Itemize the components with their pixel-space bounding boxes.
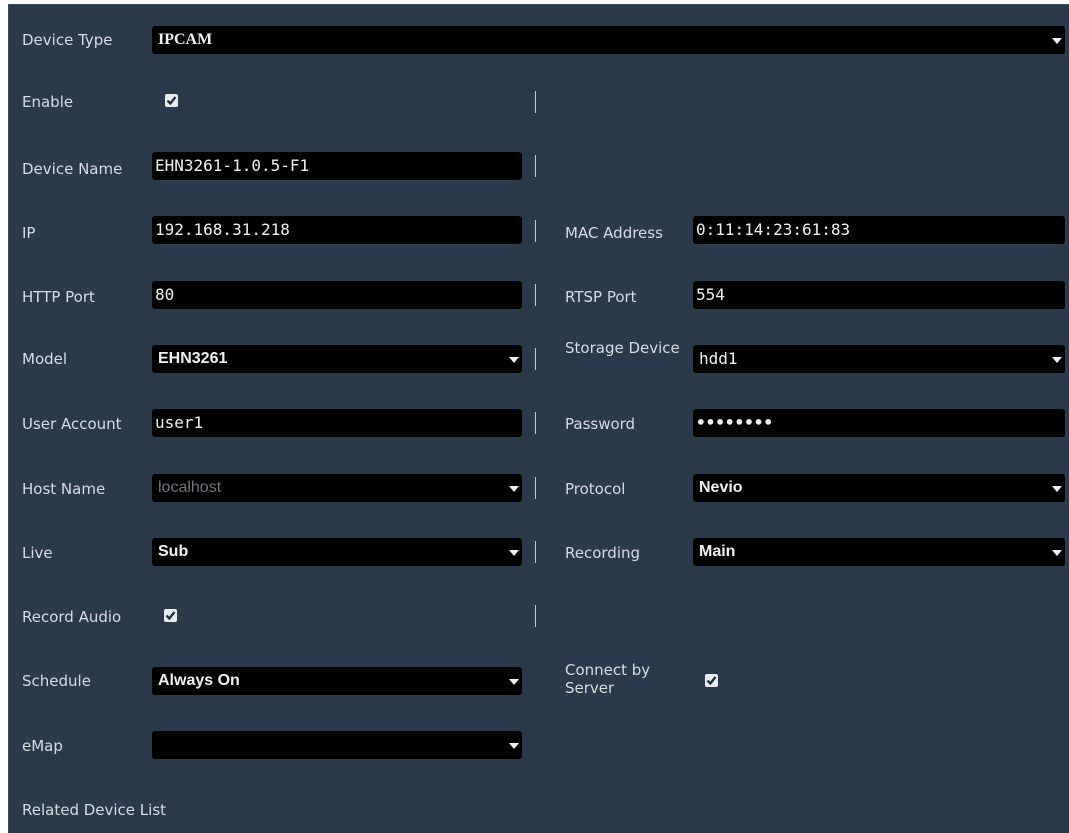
chevron-down-icon [1052,38,1062,44]
device-type-select[interactable]: IPCAM [152,26,1065,54]
column-divider [535,284,536,306]
storage-device-value: hdd1 [699,349,738,368]
emap-label: eMap [22,737,63,755]
ip-field[interactable]: 192.168.31.218 [152,216,522,244]
device-type-label: Device Type [22,31,113,49]
chevron-down-icon [509,743,519,749]
schedule-value: Always On [158,672,240,689]
mac-address-label: MAC Address [565,224,663,242]
emap-select[interactable] [152,731,522,759]
column-divider [535,477,536,499]
connect-by-server-label: Connect by Server [565,661,651,697]
chevron-down-icon [509,486,519,492]
chevron-down-icon [1052,550,1062,556]
http-port-label: HTTP Port [22,288,95,306]
live-value: Sub [158,543,189,560]
rtsp-port-label: RTSP Port [565,288,637,306]
recording-select[interactable]: Main [693,538,1065,566]
live-label: Live [22,544,53,562]
storage-device-select[interactable]: hdd1 [693,345,1065,373]
chevron-down-icon [1052,357,1062,363]
checkmark-icon [166,96,177,106]
column-divider [535,348,536,370]
checkmark-icon [165,611,176,621]
mac-address-field[interactable]: 0:11:14:23:61:83 [693,216,1065,244]
model-value: EHN3261 [158,350,228,367]
chevron-down-icon [509,550,519,556]
device-name-label: Device Name [22,160,123,178]
password-field[interactable]: •••••••• [693,409,1065,437]
protocol-value: Nevio [699,479,743,496]
ip-label: IP [22,224,36,242]
record-audio-label: Record Audio [22,608,122,626]
host-name-select: localhost [152,474,522,502]
host-name-value: localhost [158,479,222,496]
http-port-field[interactable]: 80 [152,281,522,309]
related-device-list-label: Related Device List [22,801,167,819]
column-divider [535,220,536,242]
protocol-select[interactable]: Nevio [693,474,1065,502]
rtsp-port-field[interactable]: 554 [693,281,1065,309]
user-account-field[interactable]: user1 [152,409,522,437]
storage-device-label: Storage Device [565,339,680,357]
column-divider [535,412,536,434]
recording-value: Main [699,543,736,560]
column-divider [535,91,536,113]
device-name-field[interactable]: EHN3261-1.0.5-F1 [152,152,522,180]
column-divider [535,605,536,627]
record-audio-checkbox[interactable] [164,609,177,622]
password-label: Password [565,415,636,433]
protocol-label: Protocol [565,480,626,498]
recording-label: Recording [565,544,641,562]
model-label: Model [22,350,68,368]
model-select[interactable]: EHN3261 [152,345,522,373]
enable-label: Enable [22,93,74,111]
user-account-label: User Account [22,415,122,433]
column-divider [535,541,536,563]
live-select[interactable]: Sub [152,538,522,566]
device-settings-panel: Device Type IPCAM Enable Device Name EHN… [8,4,1069,833]
schedule-select[interactable]: Always On [152,667,522,695]
host-name-label: Host Name [22,480,106,498]
schedule-label: Schedule [22,672,91,690]
chevron-down-icon [1052,486,1062,492]
device-type-value: IPCAM [158,31,213,48]
connect-by-server-checkbox[interactable] [705,674,718,687]
enable-checkbox[interactable] [165,94,178,107]
chevron-down-icon [509,679,519,685]
chevron-down-icon [509,357,519,363]
checkmark-icon [706,676,717,686]
column-divider [535,155,536,177]
